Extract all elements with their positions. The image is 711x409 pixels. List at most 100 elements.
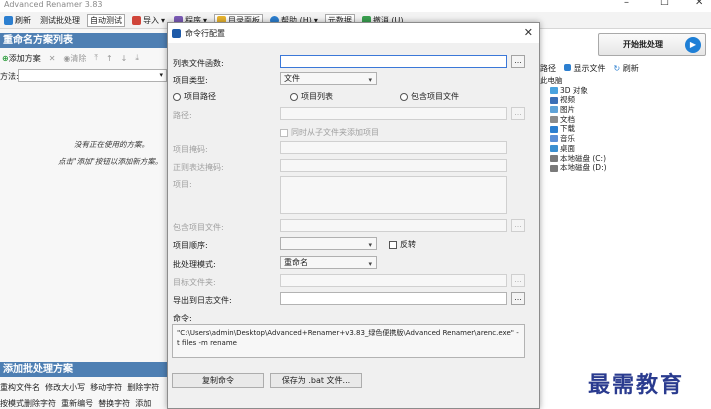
method-add[interactable]: 添加 (135, 399, 151, 408)
dialog-titlebar: 命令行配置 ✕ (168, 23, 539, 43)
chevron-down-icon: ▾ (159, 71, 163, 79)
import-button[interactable]: 导入 ▾ (130, 14, 167, 27)
methods-row-2: 按模式删除字符 重新编号 替换字符 添加 (0, 398, 168, 409)
refresh-icon: ↻ (613, 63, 621, 73)
reverse-checkbox[interactable]: 反转 (389, 239, 416, 250)
target-folder-input[interactable] (280, 274, 507, 287)
show-files-button[interactable]: 显示文件 (564, 63, 606, 74)
refresh-icon (4, 15, 13, 25)
method-delete[interactable]: 删除字符 (127, 383, 159, 392)
include-file-input[interactable] (280, 219, 507, 232)
move-top-icon[interactable]: ⤒ (94, 53, 98, 63)
list-file-browse-button[interactable]: ... (511, 55, 525, 68)
method-restructure[interactable]: 重构文件名 (0, 383, 40, 392)
path-browse-button[interactable]: ... (511, 107, 525, 120)
tree-root[interactable]: 此电脑 (540, 76, 711, 86)
tree-item[interactable]: 视频 (540, 95, 711, 105)
log-file-label: 导出到日志文件: (173, 296, 232, 305)
remove-icon[interactable]: ✕ (49, 54, 56, 63)
method-case[interactable]: 修改大小写 (45, 383, 85, 392)
folder-refresh-button[interactable]: ↻ 刷新 (614, 63, 639, 74)
import-icon (132, 15, 141, 25)
batch-mode-label: 批处理模式: (173, 260, 216, 269)
target-folder-browse-button[interactable]: ... (511, 274, 525, 287)
app-icon (172, 28, 181, 38)
refresh-button[interactable]: 刷新 (2, 14, 33, 27)
subfolder-checkbox[interactable]: 同时从子文件夹添加项目 (280, 127, 379, 138)
move-up-icon[interactable]: ↑ (106, 54, 113, 63)
minimize-icon[interactable]: – (624, 0, 629, 8)
folder-tree: 此电脑 3D 对象 视频 图片 文档 下载 音乐 桌面 本地磁盘 (C:) 本地… (540, 76, 711, 173)
drive-icon (550, 154, 558, 162)
method-list-header: 重命名方案列表 (0, 33, 168, 48)
method-combo-row: 方法: ▾ (0, 69, 168, 83)
method-toolbar: ⊕添加方案 ✕ ◉清除 ⤒ ↑ ↓ ⤓ (0, 51, 168, 65)
include-file-label: 包含项目文件: (173, 223, 224, 232)
mask-input[interactable] (280, 141, 507, 154)
include-file-browse-button[interactable]: ... (511, 219, 525, 232)
auto-test-button[interactable]: 自动测试 (87, 13, 125, 27)
radio-item-list[interactable]: 项目列表 (290, 91, 333, 102)
close-icon[interactable]: ✕ (524, 26, 533, 39)
list-file-label: 列表文件函数: (173, 59, 224, 68)
tree-item[interactable]: 3D 对象 (540, 86, 711, 96)
chevron-down-icon: ▾ (368, 241, 372, 249)
plus-icon: ⊕ (2, 53, 9, 63)
tree-item[interactable]: 本地磁盘 (D:) (540, 163, 711, 173)
move-bottom-icon[interactable]: ⤓ (135, 53, 139, 63)
radio-include-file[interactable]: 包含项目文件 (400, 91, 459, 102)
method-move[interactable]: 移动字符 (90, 383, 122, 392)
folder-icon (550, 96, 558, 104)
play-icon: ▶ (685, 37, 701, 53)
tree-item[interactable]: 音乐 (540, 134, 711, 144)
add-method-header: 添加批处理方案 (0, 362, 168, 377)
start-batch-button[interactable]: 开始批处理 ▶ (598, 33, 706, 56)
log-file-browse-button[interactable]: ... (511, 292, 525, 305)
item-type-select[interactable]: 文件 ▾ (280, 72, 377, 85)
batch-mode-select[interactable]: 重命名 ▾ (280, 256, 377, 269)
folder-icon (550, 125, 558, 133)
tree-item[interactable]: 下载 (540, 124, 711, 134)
dialog-title: 命令行配置 (185, 28, 225, 38)
order-select[interactable]: ▾ (280, 237, 377, 250)
drive-icon (550, 164, 558, 172)
items-label: 项目: (173, 180, 192, 189)
file-icon (564, 63, 571, 71)
method-replace[interactable]: 替换字符 (98, 399, 130, 408)
clear-button[interactable]: ◉清除 (63, 53, 86, 64)
chevron-down-icon: ▾ (161, 15, 166, 25)
tree-item[interactable]: 文档 (540, 115, 711, 125)
tree-item[interactable]: 本地磁盘 (C:) (540, 154, 711, 164)
methods-row-1: 重构文件名 修改大小写 移动字符 删除字符 (0, 382, 168, 393)
watermark-logo: 最需教育 (588, 372, 685, 398)
regex-label: 正则表达掩码: (173, 163, 224, 172)
test-batch-button[interactable]: 测试批处理 (38, 14, 82, 27)
items-textarea[interactable] (280, 176, 507, 214)
log-file-input[interactable] (280, 292, 507, 305)
add-method-button[interactable]: ⊕添加方案 (2, 53, 41, 64)
method-combo[interactable]: ▾ (18, 69, 167, 82)
method-renumber[interactable]: 重新编号 (61, 399, 93, 408)
radio-item-path[interactable]: 项目路径 (173, 91, 216, 102)
tree-item[interactable]: 桌面 (540, 144, 711, 154)
maximize-icon[interactable]: ☐ (660, 0, 669, 8)
close-window-icon[interactable]: ✕ (695, 0, 703, 8)
folder-icon (550, 116, 558, 124)
empty-hint-line2: 点击"添加"按钮以添加新方案。 (58, 157, 163, 166)
method-pattern-delete[interactable]: 按模式删除字符 (0, 399, 56, 408)
move-down-icon[interactable]: ↓ (121, 54, 128, 63)
folder-icon (550, 135, 558, 143)
command-textbox[interactable]: "C:\Users\admin\Desktop\Advanced+Renamer… (172, 324, 525, 358)
folder-icon (550, 106, 558, 114)
save-bat-button[interactable]: 保存为 .bat 文件... (270, 373, 362, 388)
folder-icon (550, 87, 558, 95)
copy-command-button[interactable]: 复制命令 (172, 373, 264, 388)
path-button[interactable]: 路径 (540, 63, 556, 74)
tree-item[interactable]: 图片 (540, 105, 711, 115)
mask-label: 项目掩码: (173, 145, 208, 154)
folder-icon (550, 145, 558, 153)
path-input[interactable] (280, 107, 507, 120)
regex-input[interactable] (280, 159, 507, 172)
empty-hint-line1: 没有正在使用的方案。 (74, 140, 149, 149)
list-file-input[interactable] (280, 55, 507, 68)
